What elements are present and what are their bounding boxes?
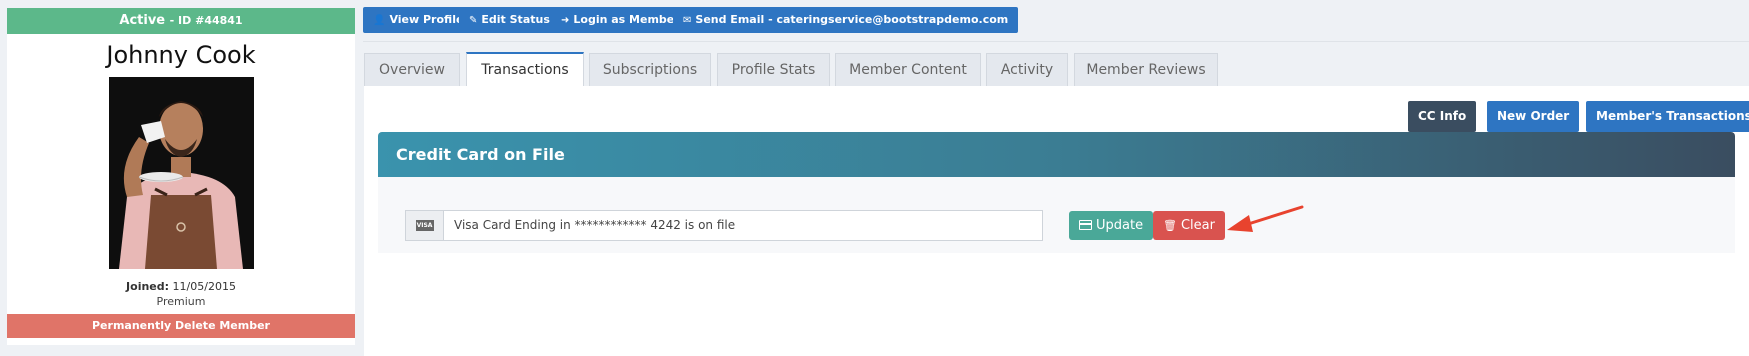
view-profile-button[interactable]: 👤 View Profile — [363, 7, 474, 33]
credit-card-header: Credit Card on File — [378, 132, 1735, 177]
joined-label: Joined: — [126, 280, 170, 293]
joined-info: Joined: 11/05/2015 — [7, 280, 355, 293]
joined-date: 11/05/2015 — [172, 280, 236, 293]
view-profile-label: View Profile — [389, 13, 464, 26]
tab-member-content[interactable]: Member Content — [835, 53, 981, 86]
edit-status-label: Edit Status — [481, 13, 550, 26]
members-transactions-button[interactable]: Member's Transactions — [1586, 101, 1749, 132]
member-id: - ID #44841 — [169, 14, 243, 27]
status-label: Active — [119, 13, 166, 28]
user-icon: 👤 — [373, 15, 386, 26]
member-photo — [109, 77, 254, 269]
visa-card-icon: VISA — [415, 220, 434, 231]
member-sidebar: Active - ID #44841 Johnny Cook Joined: 1… — [7, 8, 355, 345]
annotation-arrow-icon — [1227, 205, 1304, 232]
login-as-member-button[interactable]: ➜ Login as Member — [551, 7, 690, 33]
credit-card-icon — [1079, 220, 1092, 230]
tab-overview[interactable]: Overview — [364, 53, 460, 86]
tab-activity[interactable]: Activity — [986, 53, 1068, 86]
login-as-member-label: Login as Member — [573, 13, 680, 26]
update-label: Update — [1096, 218, 1144, 233]
trash-icon: 🗑 — [1163, 219, 1177, 232]
pencil-icon: ✎ — [469, 15, 478, 26]
new-order-button[interactable]: New Order — [1487, 101, 1580, 132]
send-email-button[interactable]: ✉ Send Email - cateringservice@bootstrapd… — [673, 7, 1019, 33]
cc-info-button[interactable]: CC Info — [1408, 101, 1477, 132]
clear-card-button[interactable]: 🗑 Clear — [1153, 211, 1225, 240]
card-on-file-text: Visa Card Ending in ************ 4242 is… — [454, 218, 736, 232]
card-on-file-field: VISA Visa Card Ending in ************ 42… — [405, 210, 1043, 241]
send-email-label: Send Email - cateringservice@bootstrapde… — [695, 13, 1009, 26]
membership-level: Premium — [156, 295, 206, 308]
card-type-addon: VISA — [406, 211, 444, 240]
tab-profile-stats[interactable]: Profile Stats — [717, 53, 830, 86]
status-badge: Active - ID #44841 — [7, 8, 355, 34]
tab-subscriptions[interactable]: Subscriptions — [589, 53, 711, 86]
header-divider — [363, 41, 1749, 42]
tab-transactions[interactable]: Transactions — [466, 52, 584, 86]
envelope-icon: ✉ — [683, 15, 692, 26]
tab-member-reviews[interactable]: Member Reviews — [1074, 53, 1218, 86]
delete-member-button[interactable]: Permanently Delete Member — [7, 314, 355, 338]
edit-status-button[interactable]: ✎ Edit Status — [459, 7, 560, 33]
update-card-button[interactable]: Update — [1069, 211, 1154, 240]
sign-in-icon: ➜ — [561, 15, 570, 26]
clear-label: Clear — [1180, 218, 1215, 233]
member-name: Johnny Cook — [106, 41, 256, 69]
